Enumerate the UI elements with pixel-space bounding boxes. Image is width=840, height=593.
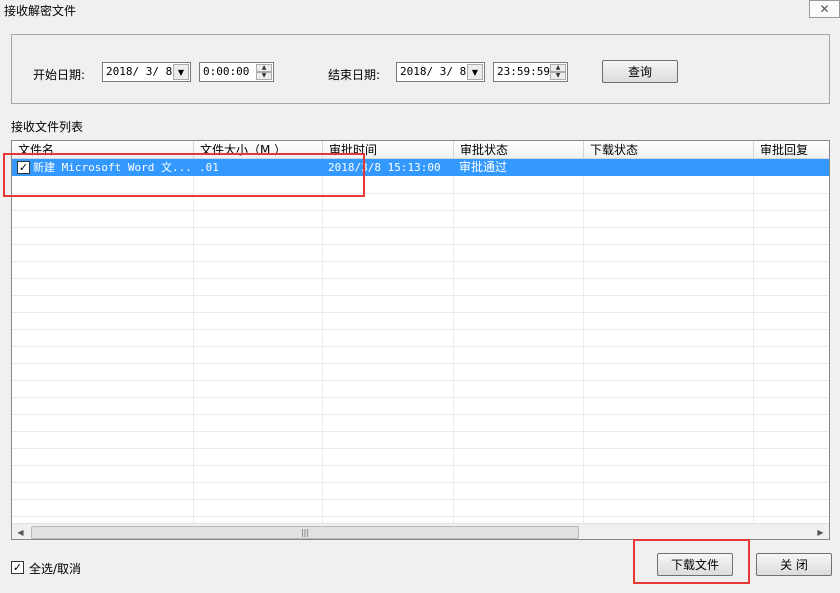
grid-line: [12, 329, 829, 330]
end-date-picker[interactable]: 2018/ 3/ 8 ▼: [396, 62, 485, 82]
chevron-down-icon[interactable]: ▼: [467, 64, 483, 80]
spin-down-icon[interactable]: ▼: [550, 72, 566, 80]
scroll-left-icon[interactable]: ◀: [12, 524, 29, 539]
grid-line: [753, 159, 754, 525]
end-date-label: 结束日期:: [328, 68, 381, 82]
col-header-download-status[interactable]: 下载状态: [584, 141, 754, 159]
col-header-reply[interactable]: 审批回复: [754, 141, 829, 159]
cell-download-status: [589, 159, 749, 176]
time-spin-buttons[interactable]: ▲ ▼: [550, 64, 566, 80]
close-icon: ✕: [819, 2, 830, 16]
grid-line: [453, 159, 454, 525]
grid-line: [12, 482, 829, 483]
grid-line: [12, 499, 829, 500]
horizontal-scrollbar[interactable]: ◀ ||| ▶: [12, 523, 829, 539]
end-time-spinner[interactable]: 23:59:59 ▲ ▼: [493, 62, 568, 82]
spin-down-icon[interactable]: ▼: [256, 72, 272, 80]
query-button[interactable]: 查询: [602, 60, 678, 83]
scrollbar-thumb[interactable]: |||: [31, 526, 579, 539]
time-spin-buttons[interactable]: ▲ ▼: [256, 64, 272, 80]
grid-line: [12, 261, 829, 262]
highlight-box: [633, 539, 750, 584]
select-all-label[interactable]: 全选/取消: [29, 560, 81, 577]
grid-line: [322, 159, 323, 525]
start-time-spinner[interactable]: 0:00:00 ▲ ▼: [199, 62, 274, 82]
file-list-label: 接收文件列表: [11, 120, 84, 134]
grid-line: [12, 363, 829, 364]
start-date-picker[interactable]: 2018/ 3/ 8 ▼: [102, 62, 191, 82]
close-button[interactable]: 关 闭: [756, 553, 832, 576]
date-filter-panel: 开始日期: 2018/ 3/ 8 ▼ 0:00:00 ▲ ▼ 结束日期: 201…: [11, 34, 830, 104]
grid-line: [12, 346, 829, 347]
grid-line: [12, 295, 829, 296]
grid-line: [12, 278, 829, 279]
grid-line: [12, 210, 829, 211]
scroll-right-icon[interactable]: ▶: [812, 524, 829, 539]
grid-line: [193, 159, 194, 525]
start-date-value: 2018/ 3/ 8: [106, 65, 173, 78]
grid-line: [12, 516, 829, 517]
title-bar: 接收解密文件 ✕: [0, 0, 840, 20]
cell-reply: [759, 159, 829, 176]
window-title: 接收解密文件: [4, 4, 77, 18]
col-header-approve-status[interactable]: 审批状态: [454, 141, 584, 159]
grid-line: [583, 159, 584, 525]
grid-line: [12, 448, 829, 449]
start-date-label: 开始日期:: [33, 68, 86, 82]
grid-line: [12, 397, 829, 398]
grid-line: [12, 227, 829, 228]
received-file-list[interactable]: 文件名 文件大小（M ） 审批时间 审批状态 下载状态 审批回复 ✓ 新建 Mi…: [11, 140, 830, 540]
grid-line: [12, 380, 829, 381]
grid-line: [12, 244, 829, 245]
spin-up-icon[interactable]: ▲: [256, 64, 272, 72]
end-time-value: 23:59:59: [497, 65, 550, 78]
start-time-value: 0:00:00: [203, 65, 250, 78]
cell-approve-status: 审批通过: [459, 160, 508, 174]
select-all-checkbox[interactable]: ✓: [11, 561, 24, 574]
highlight-box: [3, 153, 365, 197]
grid-line: [12, 431, 829, 432]
end-date-value: 2018/ 3/ 8: [400, 65, 467, 78]
chevron-down-icon[interactable]: ▼: [173, 64, 189, 80]
spin-up-icon[interactable]: ▲: [550, 64, 566, 72]
close-window-button[interactable]: ✕: [809, 0, 840, 18]
grid-line: [12, 414, 829, 415]
grid-line: [12, 465, 829, 466]
grid-line: [12, 312, 829, 313]
